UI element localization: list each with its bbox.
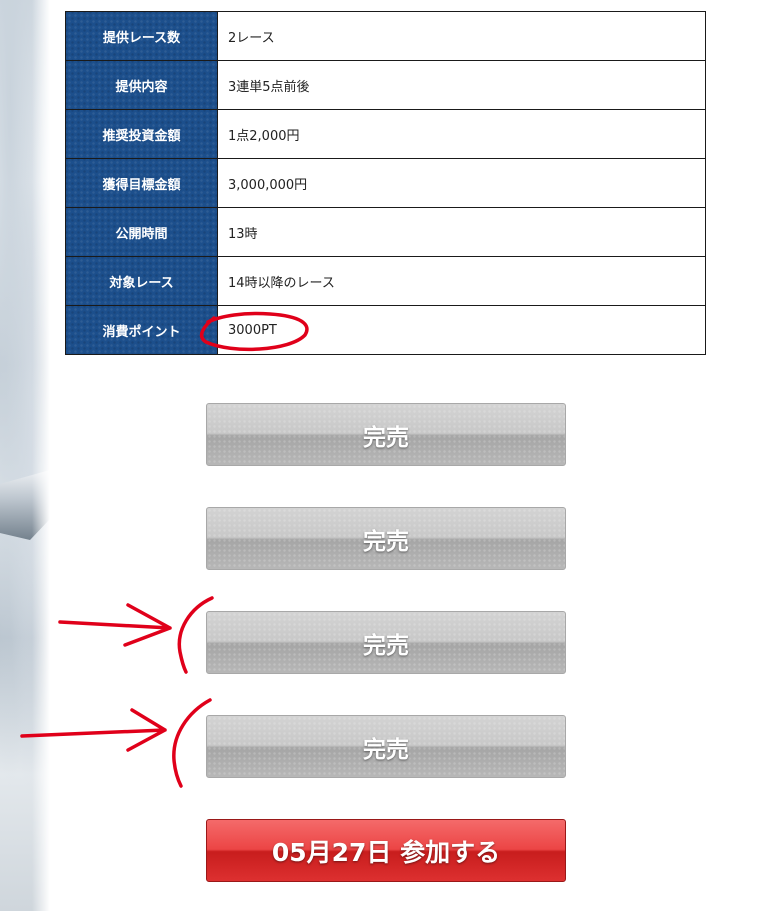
soldout-label: 完売 bbox=[363, 424, 409, 451]
row-value-investment: 1点2,000円 bbox=[217, 109, 706, 159]
table-row: 提供内容 3連単5点前後 bbox=[65, 60, 706, 110]
table-row: 獲得目標金額 3,000,000円 bbox=[65, 158, 706, 208]
table-row: 推奨投資金額 1点2,000円 bbox=[65, 109, 706, 159]
table-row: 提供レース数 2レース bbox=[65, 11, 706, 61]
row-label-content: 提供内容 bbox=[65, 60, 218, 110]
row-value-races: 2レース bbox=[217, 11, 706, 61]
row-value-content: 3連単5点前後 bbox=[217, 60, 706, 110]
arrow-mark-1 bbox=[58, 603, 172, 647]
info-table: 提供レース数 2レース 提供内容 3連単5点前後 推奨投資金額 1点2,000円… bbox=[65, 11, 706, 355]
soldout-label: 完売 bbox=[363, 528, 409, 555]
soldout-label: 完売 bbox=[363, 736, 409, 763]
row-label-races: 提供レース数 bbox=[65, 11, 218, 61]
soldout-button-4[interactable]: 完売 bbox=[206, 715, 566, 778]
row-value-points: 3000PT bbox=[217, 305, 706, 355]
bracket-mark-2 bbox=[172, 698, 212, 788]
table-row: 公開時間 13時 bbox=[65, 207, 706, 257]
table-row: 対象レース 14時以降のレース bbox=[65, 256, 706, 306]
soldout-label: 完売 bbox=[363, 632, 409, 659]
table-row: 消費ポイント 3000PT bbox=[65, 305, 706, 355]
join-label: 05月27日 参加する bbox=[271, 837, 501, 867]
soldout-button-3[interactable]: 完売 bbox=[206, 611, 566, 674]
row-value-target: 3,000,000円 bbox=[217, 158, 706, 208]
row-label-target-race: 対象レース bbox=[65, 256, 218, 306]
row-value-publish-time: 13時 bbox=[217, 207, 706, 257]
row-label-publish-time: 公開時間 bbox=[65, 207, 218, 257]
row-label-points: 消費ポイント bbox=[65, 305, 218, 355]
join-button[interactable]: 05月27日 参加する bbox=[206, 819, 566, 882]
soldout-button-1[interactable]: 完売 bbox=[206, 403, 566, 466]
row-label-target: 獲得目標金額 bbox=[65, 158, 218, 208]
background-photo-strip bbox=[0, 0, 50, 911]
row-label-investment: 推奨投資金額 bbox=[65, 109, 218, 159]
soldout-button-2[interactable]: 完売 bbox=[206, 507, 566, 570]
row-value-target-race: 14時以降のレース bbox=[217, 256, 706, 306]
